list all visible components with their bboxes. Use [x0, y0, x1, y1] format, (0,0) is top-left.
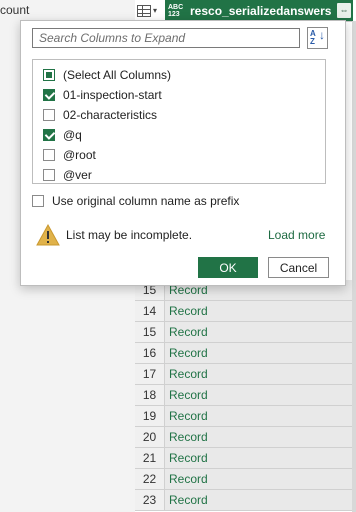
table-icon [137, 4, 151, 17]
row-number: 23 [135, 490, 165, 510]
table-row[interactable]: 15 Record [135, 322, 356, 343]
column-option[interactable]: (Select All Columns) [43, 66, 171, 84]
table-row[interactable]: 18 Record [135, 385, 356, 406]
record-link[interactable]: Record [169, 448, 208, 468]
sort-az-button[interactable]: AZ ↓ [307, 27, 328, 49]
record-link[interactable]: Record [169, 427, 208, 447]
column-checkbox[interactable] [43, 129, 55, 141]
column-option-label: 02-characteristics [63, 108, 158, 122]
table-row[interactable]: 20 Record [135, 427, 356, 448]
record-link[interactable]: Record [169, 322, 208, 342]
table-row[interactable]: 21 Record [135, 448, 356, 469]
row-number: 22 [135, 469, 165, 489]
row-number: 18 [135, 385, 165, 405]
record-link[interactable]: Record [169, 364, 208, 384]
panel-label: count [0, 3, 30, 17]
load-more-link[interactable]: Load more [268, 228, 325, 242]
prefix-label: Use original column name as prefix [52, 194, 240, 208]
column-checkbox[interactable] [43, 109, 55, 121]
record-link[interactable]: Record [169, 301, 208, 321]
table-row[interactable]: 22 Record [135, 469, 356, 490]
row-number: 14 [135, 301, 165, 321]
row-number: 21 [135, 448, 165, 468]
column-type-button[interactable]: ▾ [137, 1, 167, 20]
table-row[interactable]: 14 Record [135, 301, 356, 322]
expand-column-button[interactable]: ⇔ [337, 3, 351, 18]
record-link[interactable]: Record [169, 343, 208, 363]
table-row[interactable]: 23 Record [135, 490, 356, 511]
column-list: (Select All Columns) 01-inspection-start 0… [32, 59, 326, 184]
arrow-down-icon: ↓ [319, 28, 325, 42]
row-number: 19 [135, 406, 165, 426]
warning-text: List may be incomplete. [66, 228, 193, 242]
any-type-icon: ABC 123 [168, 3, 184, 18]
column-option[interactable]: @root [43, 146, 96, 164]
scrollbar[interactable] [352, 21, 356, 512]
column-checkbox[interactable] [43, 89, 55, 101]
cancel-button[interactable]: Cancel [268, 257, 329, 278]
column-checkbox[interactable] [43, 169, 55, 181]
table-row[interactable]: 19 Record [135, 406, 356, 427]
column-option-label: 01-inspection-start [63, 88, 162, 102]
warning-icon [36, 224, 60, 246]
prefix-checkbox[interactable] [32, 195, 44, 207]
power-query-editor: count ▾ ABC 123 resco_serializedanswers … [0, 0, 356, 512]
search-columns-input[interactable] [32, 28, 300, 48]
record-link[interactable]: Record [169, 406, 208, 426]
incomplete-warning: List may be incomplete. [36, 224, 192, 246]
column-option[interactable]: @q [43, 126, 82, 144]
column-header[interactable]: ▾ ABC 123 resco_serializedanswers ⇔ [135, 0, 356, 22]
column-checkbox[interactable] [43, 69, 55, 81]
column-option[interactable]: @ver [43, 166, 92, 184]
column-title[interactable]: ABC 123 resco_serializedanswers ⇔ [165, 0, 353, 21]
sort-az-icon: AZ [310, 29, 316, 46]
chevron-down-icon: ▾ [153, 6, 158, 15]
column-option[interactable]: 02-characteristics [43, 106, 157, 124]
record-link[interactable]: Record [169, 385, 208, 405]
record-link[interactable]: Record [169, 490, 208, 510]
column-option-label: @q [63, 128, 82, 142]
table-row[interactable]: 17 Record [135, 364, 356, 385]
expand-columns-popup: AZ ↓ (Select All Columns) 01-inspection-s… [20, 20, 346, 286]
column-option[interactable]: 01-inspection-start [43, 86, 162, 104]
record-link[interactable]: Record [169, 469, 208, 489]
prefix-option[interactable]: Use original column name as prefix [32, 192, 239, 210]
row-number: 15 [135, 322, 165, 342]
column-option-label: @root [63, 148, 96, 162]
row-number: 20 [135, 427, 165, 447]
column-option-label: @ver [63, 168, 92, 182]
table-row[interactable]: 16 Record [135, 343, 356, 364]
row-number: 17 [135, 364, 165, 384]
column-name: resco_serializedanswers [190, 3, 332, 18]
column-option-label: (Select All Columns) [63, 68, 172, 82]
ok-button[interactable]: OK [198, 257, 258, 278]
column-checkbox[interactable] [43, 149, 55, 161]
row-number: 16 [135, 343, 165, 363]
